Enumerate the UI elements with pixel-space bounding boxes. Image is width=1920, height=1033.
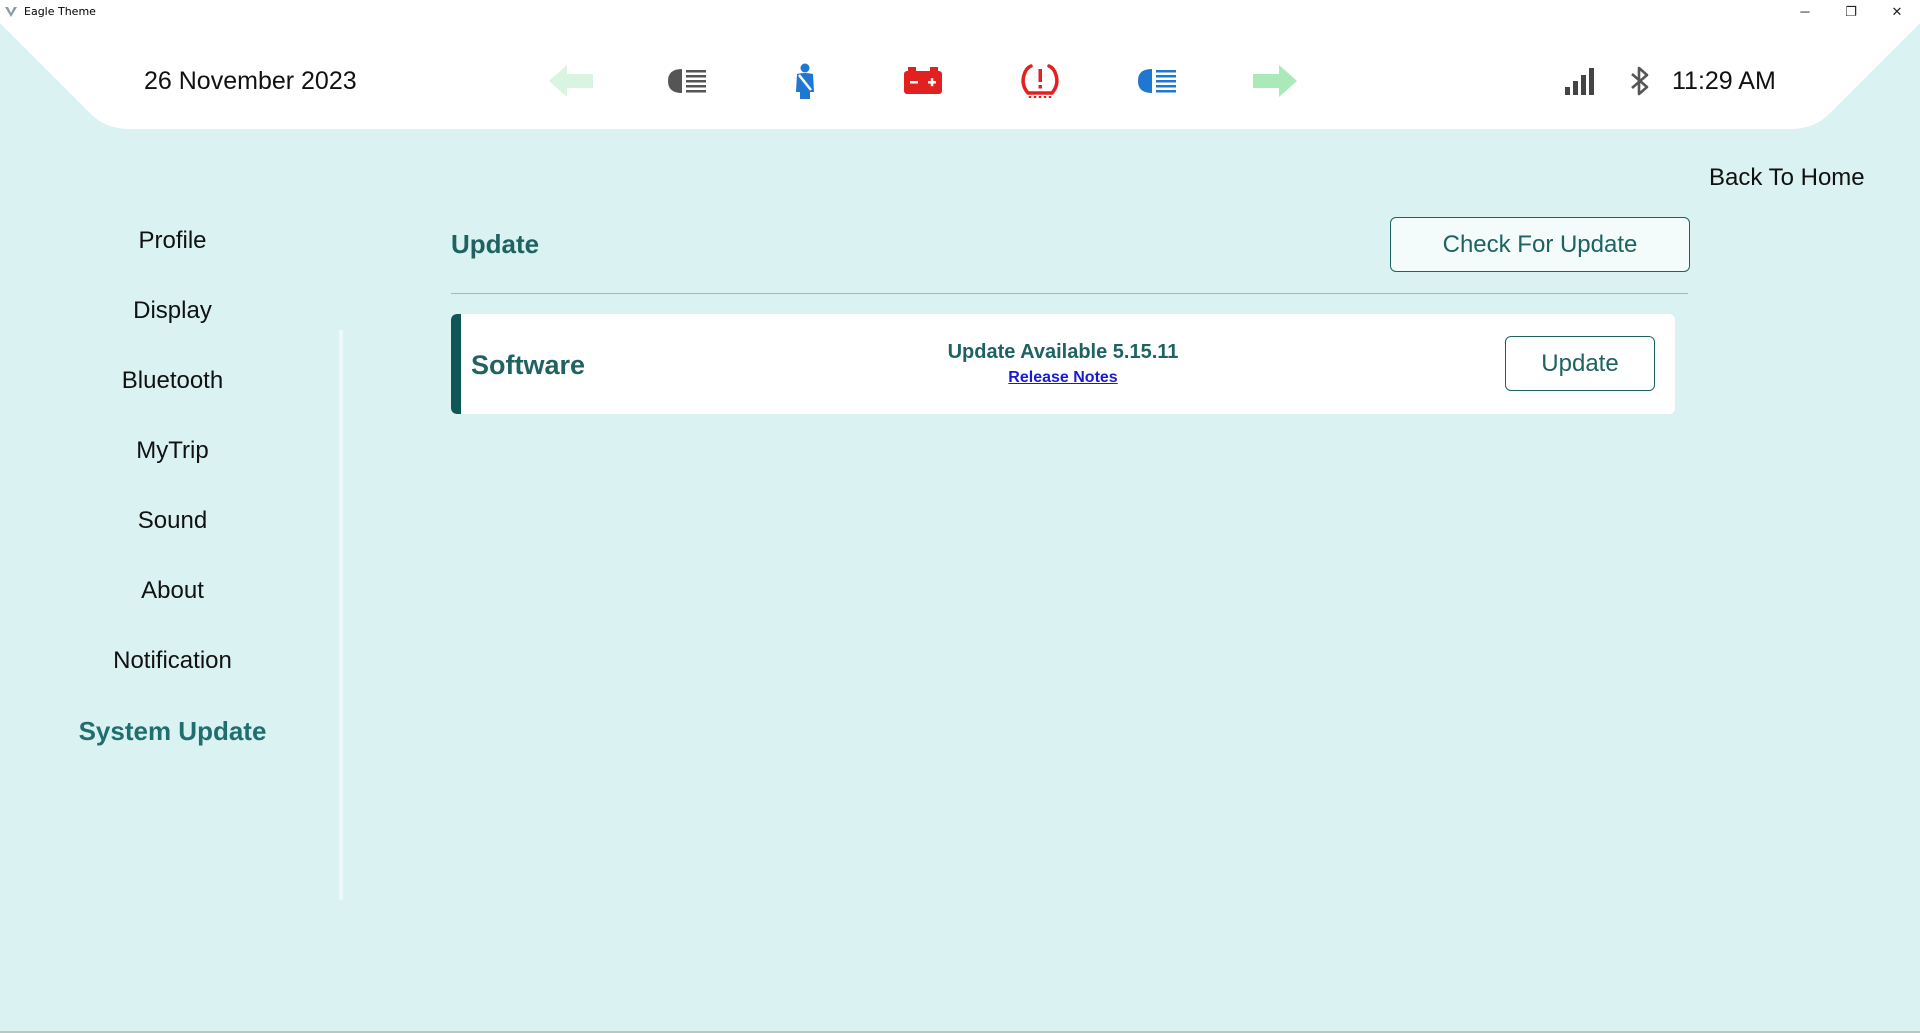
release-notes-container: Release Notes xyxy=(451,369,1675,387)
check-for-update-button[interactable]: Check For Update xyxy=(1390,217,1690,272)
back-to-home-link[interactable]: Back To Home xyxy=(1709,164,1865,192)
close-button[interactable]: ✕ xyxy=(1874,0,1920,23)
minimize-button[interactable]: ─ xyxy=(1782,0,1828,23)
sidebar-item-display[interactable]: Display xyxy=(0,297,345,325)
bluetooth-icon xyxy=(1615,59,1665,103)
headlight-high-beam-icon xyxy=(1131,59,1183,103)
sidebar-item-system-update[interactable]: System Update xyxy=(0,716,345,747)
clock-display: 11:29 AM xyxy=(1672,67,1776,95)
battery-warning-icon xyxy=(897,59,949,103)
tire-pressure-warning-icon xyxy=(1014,59,1066,103)
sidebar-item-about[interactable]: About xyxy=(0,577,345,605)
left-turn-arrow-icon xyxy=(545,59,597,103)
headlight-low-beam-icon xyxy=(661,59,713,103)
restore-button[interactable]: ❐ xyxy=(1828,0,1874,23)
window-titlebar: Eagle Theme ─ ❐ ✕ xyxy=(0,0,1920,23)
right-turn-arrow-icon xyxy=(1249,59,1301,103)
sidebar-item-bluetooth[interactable]: Bluetooth xyxy=(0,367,345,395)
sidebar-item-mytrip[interactable]: MyTrip xyxy=(0,437,345,465)
update-available-text: Update Available 5.15.11 xyxy=(947,341,1179,363)
sidebar-item-profile[interactable]: Profile xyxy=(0,227,345,255)
page-title: Update xyxy=(451,229,540,259)
date-display: 26 November 2023 xyxy=(144,67,357,95)
update-button[interactable]: Update xyxy=(1505,336,1655,391)
release-notes-link[interactable]: Release Notes xyxy=(1008,369,1117,386)
section-divider xyxy=(451,293,1688,294)
software-update-card: Software Update Available 5.15.11 Releas… xyxy=(451,314,1675,414)
signal-strength-icon xyxy=(1555,59,1605,103)
app-logo-icon xyxy=(4,5,18,19)
sidebar-divider xyxy=(338,330,344,900)
window-title: Eagle Theme xyxy=(24,5,96,18)
sidebar-item-notification[interactable]: Notification xyxy=(0,647,345,675)
seatbelt-icon xyxy=(779,59,831,103)
card-accent-bar xyxy=(451,314,461,414)
sidebar-item-sound[interactable]: Sound xyxy=(0,507,345,535)
status-bar: 26 November 2023 11:29 AM xyxy=(0,23,1920,129)
